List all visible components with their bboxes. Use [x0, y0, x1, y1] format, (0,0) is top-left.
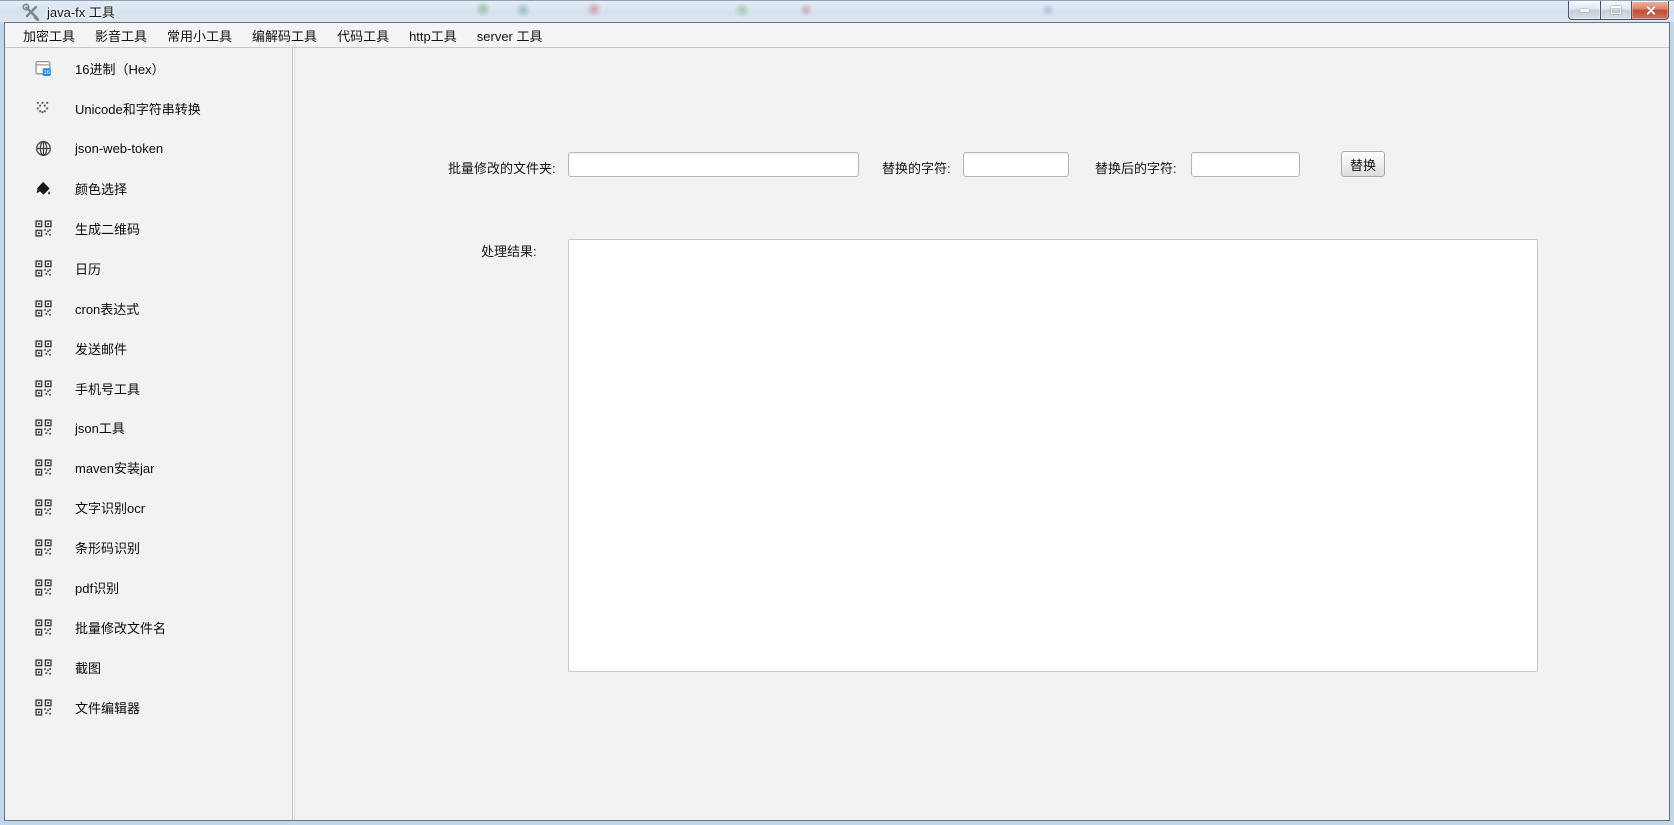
sidebar-item-maven-install-jar[interactable]: maven安装jar: [5, 448, 292, 488]
titlebar[interactable]: java-fx 工具: [0, 0, 1674, 22]
replace-button[interactable]: 替换: [1341, 151, 1385, 177]
qr-code-icon: [35, 659, 52, 676]
content-area: 16进制（Hex） Unicode和字符串转换 json-web-token 颜…: [5, 48, 1669, 820]
sidebar-item-barcode-recognition[interactable]: 条形码识别: [5, 528, 292, 568]
menu-item-server-tools[interactable]: server 工具: [467, 23, 553, 47]
crossed-tools-icon: [22, 3, 40, 21]
replace-chars-input[interactable]: [1191, 152, 1300, 177]
result-label: 处理结果:: [481, 241, 537, 260]
paint-bucket-icon: [35, 180, 52, 197]
qr-code-icon: [35, 300, 52, 317]
sidebar-item-json-tools[interactable]: json工具: [5, 408, 292, 448]
menu-item-codec-tools[interactable]: 编解码工具: [242, 23, 327, 47]
result-textarea[interactable]: [568, 239, 1538, 672]
menu-item-code-tools[interactable]: 代码工具: [327, 23, 399, 47]
sidebar: 16进制（Hex） Unicode和字符串转换 json-web-token 颜…: [5, 48, 292, 820]
sidebar-item-json-web-token[interactable]: json-web-token: [5, 129, 292, 169]
sidebar-item-ocr[interactable]: 文字识别ocr: [5, 488, 292, 528]
window-frame: 加密工具 影音工具 常用小工具 编解码工具 代码工具 http工具 server…: [0, 22, 1674, 825]
sidebar-item-phone-tools[interactable]: 手机号工具: [5, 368, 292, 408]
main-panel: 批量修改的文件夹: 替换的字符: 替换后的字符: 替换 处理结果:: [295, 48, 1669, 820]
sidebar-item-pdf-recognition[interactable]: pdf识别: [5, 568, 292, 608]
sidebar-item-generate-qrcode[interactable]: 生成二维码: [5, 209, 292, 249]
maximize-button[interactable]: [1600, 1, 1632, 20]
qr-code-icon: [35, 340, 52, 357]
sidebar-item-batch-rename-files[interactable]: 批量修改文件名: [5, 607, 292, 647]
globe-icon: [35, 140, 52, 157]
menu-item-common-small-tools[interactable]: 常用小工具: [157, 23, 242, 47]
qr-code-icon: [35, 260, 52, 277]
maximize-icon: [1611, 6, 1621, 14]
folder-label: 批量修改的文件夹:: [448, 158, 556, 177]
qr-code-icon: [35, 499, 52, 516]
minimize-button[interactable]: [1568, 1, 1600, 20]
sidebar-item-color-picker[interactable]: 颜色选择: [5, 169, 292, 209]
qr-code-icon: [35, 419, 52, 436]
qr-code-icon: [35, 579, 52, 596]
folder-input[interactable]: [568, 152, 859, 177]
qr-code-icon: [35, 539, 52, 556]
menu-item-encryption-tools[interactable]: 加密工具: [13, 23, 85, 47]
menu-item-media-tools[interactable]: 影音工具: [85, 23, 157, 47]
qr-code-icon: [35, 619, 52, 636]
sidebar-item-send-email[interactable]: 发送邮件: [5, 328, 292, 368]
close-button[interactable]: [1632, 1, 1669, 20]
replace-chars-label: 替换后的字符:: [1095, 158, 1177, 177]
qr-code-icon: [35, 380, 52, 397]
qr-code-icon: [35, 699, 52, 716]
sidebar-item-hex[interactable]: 16进制（Hex）: [5, 49, 292, 89]
qr-code-icon: [35, 459, 52, 476]
search-chars-input[interactable]: [963, 152, 1069, 177]
sidebar-item-file-editor[interactable]: 文件编辑器: [5, 687, 292, 727]
sidebar-item-unicode-convert[interactable]: Unicode和字符串转换: [5, 89, 292, 129]
window-title: java-fx 工具: [47, 2, 115, 21]
close-icon: [1645, 5, 1656, 16]
sidebar-item-calendar[interactable]: 日历: [5, 248, 292, 288]
client-area: 加密工具 影音工具 常用小工具 编解码工具 代码工具 http工具 server…: [4, 22, 1670, 821]
hex-calculator-icon: [35, 60, 52, 77]
menu-bar: 加密工具 影音工具 常用小工具 编解码工具 代码工具 http工具 server…: [5, 23, 1669, 48]
minimize-icon: [1580, 9, 1589, 12]
sidebar-item-screenshot[interactable]: 截图: [5, 647, 292, 687]
unicode-dots-icon: [35, 100, 52, 117]
search-chars-label: 替换的字符:: [882, 158, 951, 177]
sidebar-item-cron-expression[interactable]: cron表达式: [5, 288, 292, 328]
menu-item-http-tools[interactable]: http工具: [399, 23, 467, 47]
window-controls: [1568, 1, 1669, 20]
qr-code-icon: [35, 220, 52, 237]
